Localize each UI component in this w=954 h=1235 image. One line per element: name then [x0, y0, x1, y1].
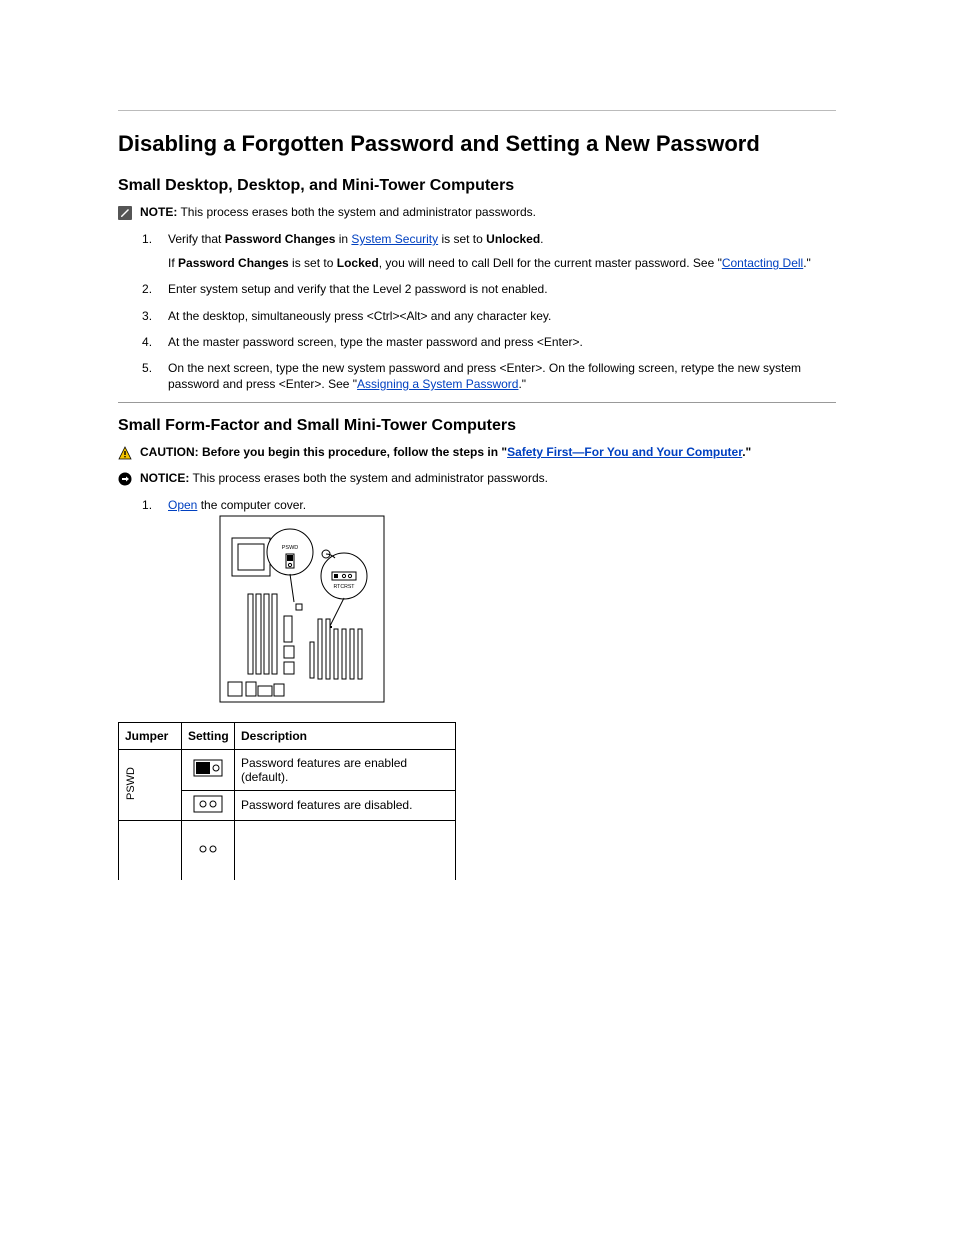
step1b-bold1: Password Changes: [178, 256, 289, 270]
motherboard-figure: PSWD RTCRST: [218, 514, 836, 708]
subsection-title-b: Small Form-Factor and Small Mini-Tower C…: [118, 417, 836, 435]
step4-text: At the master password screen, type the …: [168, 335, 583, 349]
caution-label: CAUTION: Before you begin this procedure…: [140, 445, 507, 459]
step1-mid2: is set to: [438, 232, 486, 246]
caution-post: .": [742, 445, 751, 459]
note-label: NOTE:: [140, 205, 177, 219]
step-3: At the desktop, simultaneously press <Ct…: [118, 308, 836, 324]
section-divider: [118, 402, 836, 403]
step1-pre: Verify that: [168, 232, 225, 246]
caution-block: CAUTION: Before you begin this procedure…: [118, 445, 836, 463]
step-1: Verify that Password Changes in System S…: [118, 231, 836, 271]
notice-body: This process erases both the system and …: [189, 471, 548, 485]
top-separator: [118, 110, 836, 111]
th-jumper: Jumper: [119, 722, 182, 749]
link-contacting-dell[interactable]: Contacting Dell: [722, 256, 803, 270]
pswd-vertical-label: PSWD: [125, 767, 137, 800]
jumper-table: Jumper Setting Description PSWD Password…: [118, 722, 456, 880]
sectionB-step1-post: the computer cover.: [197, 498, 306, 512]
step1b-pre: If: [168, 256, 178, 270]
td-rtcrst-label: RTCRST: [119, 820, 182, 880]
step1b-mid1: is set to: [289, 256, 337, 270]
step1b-mid2: , you will need to call Dell for the cur…: [379, 256, 722, 270]
step1-bold2: Unlocked: [486, 232, 540, 246]
notice-block: NOTICE: This process erases both the sys…: [118, 471, 836, 489]
step-5: On the next screen, type the new system …: [118, 360, 836, 392]
link-system-security[interactable]: System Security: [351, 232, 438, 246]
sectionB-step-1: Open the computer cover. PSWD: [118, 497, 836, 707]
step-4: At the master password screen, type the …: [118, 334, 836, 350]
th-description: Description: [235, 722, 456, 749]
link-assigning-password[interactable]: Assigning a System Password: [357, 377, 518, 391]
td-jumper-icon-enabled: [182, 749, 235, 790]
section-title-disable-password: Disabling a Forgotten Password and Setti…: [118, 131, 836, 157]
note-block: NOTE: This process erases both the syste…: [118, 205, 836, 223]
td-jumper-icon-disabled: [182, 790, 235, 820]
notice-icon: [118, 472, 132, 489]
notice-label: NOTICE:: [140, 471, 189, 485]
link-open-cover[interactable]: Open: [168, 498, 197, 512]
notice-text: NOTICE: This process erases both the sys…: [140, 471, 836, 485]
svg-text:RTCRST: RTCRST: [334, 584, 356, 590]
td-jumper-icon-rtcrst: [182, 820, 235, 880]
th-setting: Setting: [182, 722, 235, 749]
td-pswd-label: PSWD: [119, 749, 182, 820]
note-text: NOTE: This process erases both the syste…: [140, 205, 836, 219]
note-icon: [118, 206, 132, 223]
step1-post: .: [540, 232, 543, 246]
td-desc-disabled: Password features are disabled.: [235, 790, 456, 820]
subsection-title-a: Small Desktop, Desktop, and Mini-Tower C…: [118, 177, 836, 195]
td-desc-enabled: Password features are enabled (default).: [235, 749, 456, 790]
step1b-bold2: Locked: [337, 256, 379, 270]
caution-text: CAUTION: Before you begin this procedure…: [140, 445, 836, 459]
step1-bold1: Password Changes: [225, 232, 336, 246]
note-body: This process erases both the system and …: [177, 205, 536, 219]
step2-text: Enter system setup and verify that the L…: [168, 282, 548, 296]
step3-text: At the desktop, simultaneously press <Ct…: [168, 309, 551, 323]
table-row: RTCRST: [119, 820, 456, 880]
link-safety[interactable]: Safety First—For You and Your Computer: [507, 445, 742, 459]
td-desc-rtcrst: [235, 820, 456, 880]
step1b-post: .": [803, 256, 811, 270]
step5-post: .": [518, 377, 526, 391]
step1-mid1: in: [335, 232, 351, 246]
svg-text:PSWD: PSWD: [282, 545, 299, 551]
caution-icon: [118, 446, 132, 463]
step-2: Enter system setup and verify that the L…: [118, 281, 836, 297]
table-row: PSWD Password features are enabled (defa…: [119, 749, 456, 790]
